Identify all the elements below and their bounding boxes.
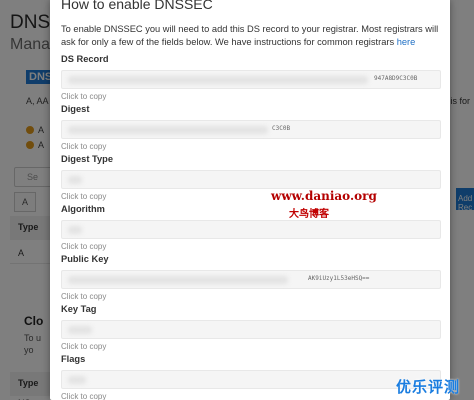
flags-input[interactable] [61, 370, 441, 389]
click-to-copy[interactable]: Click to copy [61, 192, 441, 201]
field-ds-record: DS Record 947A8D9C3C0B Click to copy [61, 54, 441, 101]
redacted-value [68, 376, 86, 384]
field-key-tag: Key Tag Click to copy [61, 304, 441, 351]
redacted-value [68, 326, 92, 334]
field-label: Algorithm [61, 204, 105, 214]
algorithm-input[interactable] [61, 220, 441, 239]
click-to-copy[interactable]: Click to copy [61, 392, 441, 400]
field-algorithm: Algorithm Click to copy [61, 204, 441, 251]
digest-input[interactable]: C3C0B [61, 120, 441, 139]
watermark-corner: 优乐评测网 [396, 378, 461, 400]
click-to-copy[interactable]: Click to copy [61, 292, 441, 301]
redacted-value [68, 226, 82, 234]
ds-record-input[interactable]: 947A8D9C3C0B [61, 70, 441, 89]
watermark-name: 大鸟博客 [289, 209, 329, 220]
click-to-copy[interactable]: Click to copy [61, 92, 441, 101]
registrar-instructions-link[interactable]: here [397, 37, 416, 47]
value-tail: AK9iUzy1L53eHSQ== [308, 275, 370, 282]
click-to-copy[interactable]: Click to copy [61, 142, 441, 151]
key-tag-input[interactable] [61, 320, 441, 339]
field-label: Digest [61, 104, 90, 114]
field-flags: Flags Click to copy [61, 354, 441, 400]
field-label: Key Tag [61, 304, 97, 314]
value-tail: C3C0B [272, 125, 291, 132]
modal-title: How to enable DNSSEC [61, 0, 213, 12]
modal-description: To enable DNSSEC you will need to add th… [61, 24, 439, 47]
field-label: Digest Type [61, 154, 114, 164]
watermark-site: www.daniao.org [271, 189, 377, 203]
redacted-value [68, 276, 288, 284]
field-label: Flags [61, 354, 86, 364]
field-public-key: Public Key AK9iUzy1L53eHSQ== Click to co… [61, 254, 441, 301]
redacted-value [68, 176, 82, 184]
click-to-copy[interactable]: Click to copy [61, 242, 441, 251]
public-key-input[interactable]: AK9iUzy1L53eHSQ== [61, 270, 441, 289]
redacted-value [68, 126, 268, 134]
redacted-value [68, 76, 368, 84]
digest-type-input[interactable] [61, 170, 441, 189]
field-digest-type: Digest Type Click to copy [61, 154, 441, 201]
field-label: Public Key [61, 254, 109, 264]
field-label: DS Record [61, 54, 109, 64]
click-to-copy[interactable]: Click to copy [61, 342, 441, 351]
field-digest: Digest C3C0B Click to copy [61, 104, 441, 151]
dnssec-modal: How to enable DNSSEC To enable DNSSEC yo… [50, 0, 450, 400]
value-tail: 947A8D9C3C0B [374, 75, 418, 82]
